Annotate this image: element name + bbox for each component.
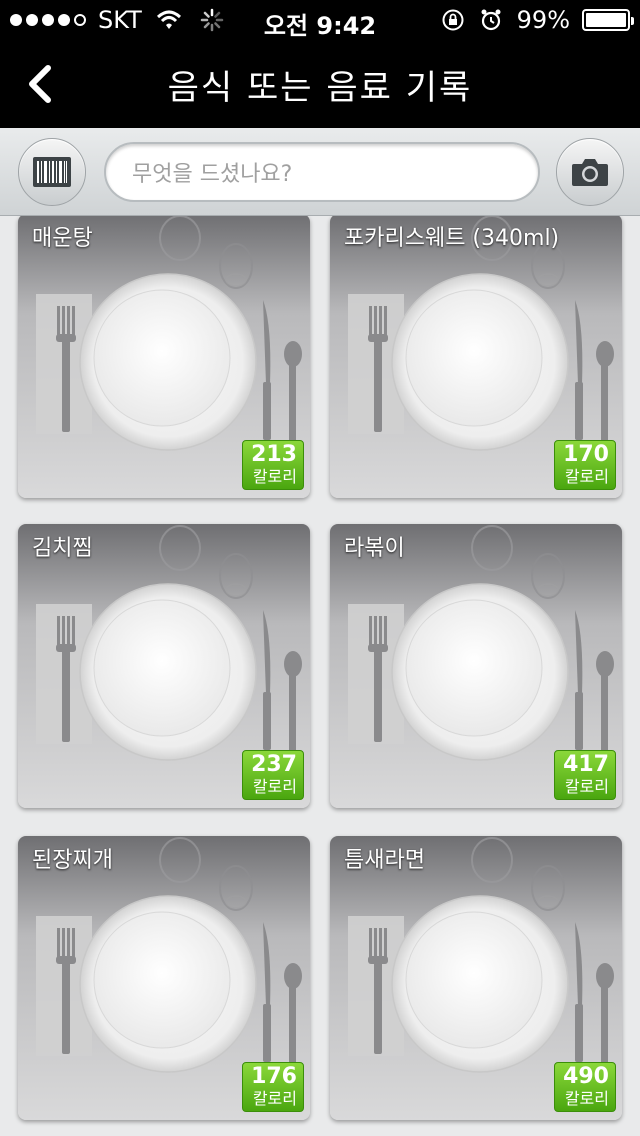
calorie-unit: 칼로리 (252, 1089, 297, 1108)
battery-icon (582, 9, 634, 31)
food-card[interactable]: 포카리스웨트 (340ml) 170 칼로리 (330, 216, 622, 498)
battery-percent: 99% (516, 6, 570, 34)
calorie-unit: 칼로리 (252, 467, 297, 486)
calorie-unit: 칼로리 (252, 777, 297, 796)
calorie-badge: 417 칼로리 (554, 750, 616, 800)
food-name: 틈새라면 (344, 848, 425, 873)
search-placeholder: 무엇을 드셨나요? (132, 162, 293, 187)
food-name: 매운탕 (32, 226, 93, 251)
calorie-value: 176 (251, 1064, 297, 1089)
food-card[interactable]: 된장찌개 176 칼로리 (18, 836, 310, 1120)
food-card[interactable]: 김치찜 237 칼로리 (18, 524, 310, 808)
food-grid: 매운탕 213 칼로리 포카리스웨트 (340ml) 170 칼로리 김치찜 2… (0, 216, 640, 1136)
food-name: 김치찜 (32, 536, 93, 561)
page-title: 음식 또는 음료 기록 (167, 68, 473, 108)
search-input[interactable]: 무엇을 드셨나요? (104, 142, 540, 202)
food-name: 포카리스웨트 (340ml) (344, 226, 560, 251)
calorie-value: 417 (563, 752, 609, 777)
camera-icon (572, 159, 608, 186)
food-name: 라볶이 (344, 536, 405, 561)
calorie-value: 237 (251, 752, 297, 777)
camera-button[interactable] (556, 138, 624, 206)
calorie-value: 170 (563, 442, 609, 467)
status-bar: SKT 오전 9:42 99% (0, 0, 640, 40)
food-card[interactable]: 매운탕 213 칼로리 (18, 216, 310, 498)
calorie-value: 490 (563, 1064, 609, 1089)
barcode-scan-button[interactable] (18, 138, 86, 206)
calorie-badge: 170 칼로리 (554, 440, 616, 490)
barcode-icon (33, 157, 71, 187)
calorie-badge: 237 칼로리 (242, 750, 304, 800)
navigation-bar: 음식 또는 음료 기록 (0, 40, 640, 128)
calorie-badge: 213 칼로리 (242, 440, 304, 490)
calorie-badge: 176 칼로리 (242, 1062, 304, 1112)
status-right: 99% (441, 6, 634, 34)
rotation-lock-icon (442, 9, 464, 31)
food-card[interactable]: 틈새라면 490 칼로리 (330, 836, 622, 1120)
calorie-unit: 칼로리 (564, 777, 609, 796)
calorie-unit: 칼로리 (564, 467, 609, 486)
search-toolbar: 무엇을 드셨나요? (0, 128, 640, 216)
food-name: 된장찌개 (32, 848, 113, 873)
alarm-icon (481, 9, 501, 31)
food-card[interactable]: 라볶이 417 칼로리 (330, 524, 622, 808)
calorie-value: 213 (251, 442, 297, 467)
calorie-unit: 칼로리 (564, 1089, 609, 1108)
calorie-badge: 490 칼로리 (554, 1062, 616, 1112)
